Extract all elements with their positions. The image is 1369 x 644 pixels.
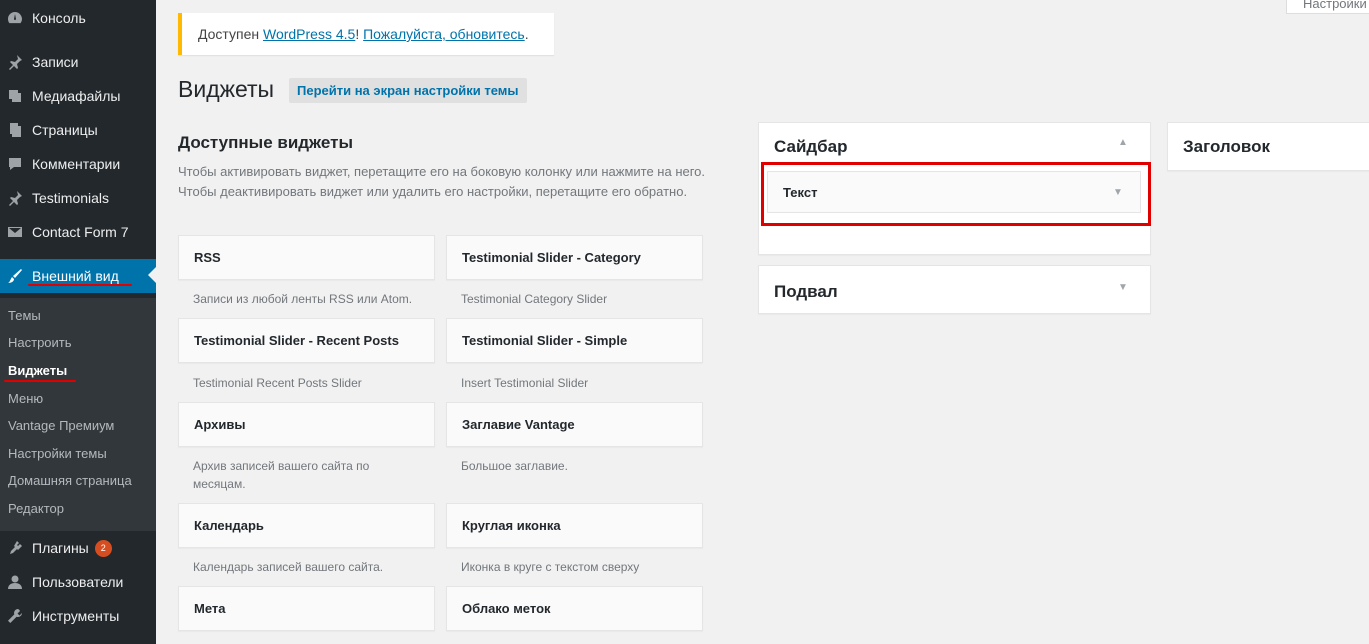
- screen-options-tab[interactable]: Настройки: [1286, 0, 1369, 14]
- menu-label: Записи: [32, 54, 79, 70]
- menu-item-posts[interactable]: Записи: [0, 45, 156, 79]
- menu-label: Пользователи: [32, 574, 124, 590]
- sidebar-area-title: Подвал: [774, 282, 838, 301]
- widget-circle-icon[interactable]: Круглая иконка: [446, 503, 703, 548]
- brush-icon: [6, 267, 24, 285]
- wrench-icon: [6, 607, 24, 625]
- wordpress-version-link[interactable]: WordPress 4.5: [263, 26, 355, 42]
- widget-testimonial-simple[interactable]: Testimonial Slider - Simple: [446, 318, 703, 363]
- menu-item-contact-form[interactable]: Contact Form 7: [0, 215, 156, 249]
- widget-testimonial-recent[interactable]: Testimonial Slider - Recent Posts: [178, 318, 435, 363]
- menu-label: Медиафайлы: [32, 88, 121, 104]
- menu-item-media[interactable]: Медиафайлы: [0, 79, 156, 113]
- widget-description: Большое заглавие.: [461, 459, 568, 473]
- update-link[interactable]: Пожалуйста, обновитесь: [363, 26, 525, 42]
- widget-calendar[interactable]: Календарь: [178, 503, 435, 548]
- widget-description: Записи из любой ленты RSS или Atom.: [193, 292, 413, 306]
- widget-archives[interactable]: Архивы: [178, 402, 435, 447]
- widget-testimonial-category[interactable]: Testimonial Slider - Category: [446, 235, 703, 280]
- notice-text: .: [524, 26, 529, 42]
- page-title: Виджеты: [178, 76, 275, 102]
- submenu-customize[interactable]: Настроить: [8, 335, 72, 350]
- sidebar-area-title: Сайдбар: [774, 137, 848, 156]
- update-count-badge: 2: [94, 539, 112, 557]
- submenu-menus[interactable]: Меню: [8, 391, 43, 406]
- menu-label: Testimonials: [32, 190, 110, 206]
- menu-item-dashboard[interactable]: Консоль: [0, 1, 156, 35]
- media-icon: [6, 87, 24, 105]
- menu-label: Инструменты: [32, 608, 120, 624]
- annotation-underline: [4, 380, 76, 382]
- widget-meta[interactable]: Мета: [178, 586, 435, 631]
- appearance-submenu: Темы Настроить Виджеты Меню Vantage Прем…: [0, 298, 156, 531]
- widget-description: Архив записей вашего сайта по месяцам.: [193, 459, 370, 491]
- submenu-vantage-premium[interactable]: Vantage Премиум: [8, 418, 114, 433]
- menu-item-tools[interactable]: Инструменты: [0, 599, 156, 633]
- annotation-underline: [28, 284, 132, 286]
- widget-description: Testimonial Recent Posts Slider: [193, 376, 362, 390]
- menu-item-comments[interactable]: Комментарии: [0, 147, 156, 181]
- widget-description: Insert Testimonial Slider: [461, 376, 589, 390]
- dashboard-icon: [6, 9, 24, 27]
- menu-label: Комментарии: [32, 156, 121, 172]
- submenu-themes[interactable]: Темы: [8, 308, 41, 323]
- notice-text: Доступен: [198, 26, 263, 42]
- mail-icon: [6, 223, 24, 241]
- sidebar-area-title: Заголовок: [1183, 137, 1271, 156]
- menu-label: Внешний вид: [32, 268, 119, 284]
- update-notice: Доступен WordPress 4.5! Пожалуйста, обно…: [178, 13, 554, 55]
- admin-menu: Консоль Записи Медиафайлы Страницы Комме…: [0, 0, 156, 644]
- menu-item-plugins[interactable]: Плагины 2: [0, 531, 156, 565]
- plugin-icon: [6, 539, 24, 557]
- menu-item-testimonials[interactable]: Testimonials: [0, 181, 156, 215]
- menu-label: Contact Form 7: [32, 224, 129, 240]
- widget-rss[interactable]: RSS: [178, 235, 435, 280]
- annotation-highlight-box: [761, 162, 1151, 226]
- pin-icon: [6, 189, 24, 207]
- submenu-editor[interactable]: Редактор: [8, 501, 64, 516]
- menu-label: Страницы: [32, 122, 98, 138]
- available-widgets-title: Доступные виджеты: [178, 133, 353, 152]
- widget-description: Testimonial Category Slider: [461, 292, 608, 306]
- user-icon: [6, 573, 24, 591]
- customize-theme-button[interactable]: Перейти на экран настройки темы: [289, 78, 527, 103]
- pin-icon: [6, 53, 24, 71]
- menu-item-users[interactable]: Пользователи: [0, 565, 156, 599]
- collapse-arrow-icon[interactable]: ▲: [1118, 137, 1128, 148]
- menu-item-pages[interactable]: Страницы: [0, 113, 156, 147]
- widget-vantage-headline[interactable]: Заглавие Vantage: [446, 402, 703, 447]
- submenu-theme-settings[interactable]: Настройки темы: [8, 446, 107, 461]
- available-widgets-description: Чтобы активировать виджет, перетащите ег…: [178, 164, 706, 199]
- pages-icon: [6, 121, 24, 139]
- menu-label: Консоль: [32, 10, 86, 26]
- menu-label: Плагины: [32, 540, 89, 556]
- widget-tag-cloud[interactable]: Облако меток: [446, 586, 703, 631]
- submenu-widgets[interactable]: Виджеты: [8, 363, 67, 378]
- widget-description: Иконка в круге с текстом сверху: [461, 560, 640, 574]
- expand-arrow-icon[interactable]: ▼: [1118, 282, 1128, 293]
- menu-item-appearance[interactable]: Внешний вид: [0, 259, 156, 293]
- widget-description: Календарь записей вашего сайта.: [193, 560, 384, 574]
- comment-icon: [6, 155, 24, 173]
- notice-text: !: [355, 26, 364, 42]
- submenu-home-page[interactable]: Домашняя страница: [8, 473, 132, 488]
